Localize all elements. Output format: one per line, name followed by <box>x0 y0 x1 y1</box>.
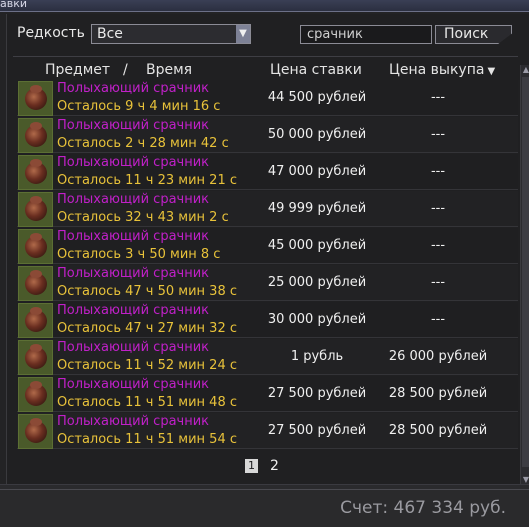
lot-time-left: Осталось 47 ч 50 мин 38 с <box>57 284 237 299</box>
scrollbar-thumb[interactable] <box>522 77 529 467</box>
rarity-label: Редкость <box>17 25 85 41</box>
search-input[interactable] <box>300 25 432 44</box>
lot-row[interactable]: Полыхающий срачник Осталось 3 ч 50 мин 8… <box>17 228 518 264</box>
column-header-bid[interactable]: Цена ставки <box>270 62 362 78</box>
lot-time-left: Осталось 11 ч 51 мин 48 с <box>57 395 237 410</box>
footer-bar: Счет: 467 334 руб. <box>0 489 529 527</box>
search-button[interactable]: Поиск <box>435 25 512 44</box>
lot-bid-price: 25 000 рублей <box>267 275 367 290</box>
lot-time-left: Осталось 3 ч 50 мин 8 с <box>57 247 221 262</box>
lot-item-name: Полыхающий срачник <box>57 340 210 355</box>
lot-buyout-price: --- <box>430 201 446 216</box>
rarity-select-value: Все <box>97 26 123 42</box>
lot-list: Полыхающий срачник Осталось 9 ч 4 мин 16… <box>17 80 518 454</box>
item-thumbnail-icon[interactable] <box>18 118 53 153</box>
lot-time-left: Осталось 2 ч 28 мин 42 с <box>57 136 229 151</box>
lot-buyout-price: 26 000 рублей <box>388 349 488 364</box>
lot-bid-price: 44 500 рублей <box>267 90 367 105</box>
lot-time-left: Осталось 47 ч 27 мин 32 с <box>57 321 237 336</box>
column-header-buyout-label: Цена выкупа <box>389 62 485 78</box>
column-header-buyout[interactable]: Цена выкупа ▼ <box>389 62 495 78</box>
item-thumbnail-icon[interactable] <box>18 155 53 190</box>
lot-row[interactable]: Полыхающий срачник Осталось 11 ч 23 мин … <box>17 154 518 190</box>
page-link-2[interactable]: 2 <box>270 458 279 474</box>
window-titlebar: авки <box>0 0 529 12</box>
lot-time-left: Осталось 11 ч 52 мин 24 с <box>57 358 237 373</box>
lot-buyout-price: --- <box>430 275 446 290</box>
item-thumbnail-icon[interactable] <box>18 377 53 412</box>
lot-bid-price: 1 рубль <box>290 349 344 364</box>
auction-window: авки Редкость Все ▼ Поиск Предмет / Врем… <box>0 0 529 527</box>
item-thumbnail-icon[interactable] <box>18 303 53 338</box>
lot-row[interactable]: Полыхающий срачник Осталось 11 ч 52 мин … <box>17 339 518 375</box>
lot-row[interactable]: Полыхающий срачник Осталось 47 ч 50 мин … <box>17 265 518 301</box>
lot-bid-price: 45 000 рублей <box>267 238 367 253</box>
lot-row[interactable]: Полыхающий срачник Осталось 11 ч 51 мин … <box>17 376 518 412</box>
lot-buyout-price: --- <box>430 238 446 253</box>
auction-panel: Редкость Все ▼ Поиск Предмет / Время Цен… <box>6 14 529 485</box>
lot-bid-price: 30 000 рублей <box>267 312 367 327</box>
lot-row[interactable]: Полыхающий срачник Осталось 32 ч 43 мин … <box>17 191 518 227</box>
lot-item-name: Полыхающий срачник <box>57 192 210 207</box>
lot-buyout-price: --- <box>430 90 446 105</box>
page-current: 1 <box>245 459 258 473</box>
lot-buyout-price: --- <box>430 127 446 142</box>
lot-buyout-price: 28 500 рублей <box>388 386 488 401</box>
lot-bid-price: 27 500 рублей <box>267 423 367 438</box>
lot-bid-price: 27 500 рублей <box>267 386 367 401</box>
lot-item-name: Полыхающий срачник <box>57 414 210 429</box>
lot-item-name: Полыхающий срачник <box>57 118 210 133</box>
chevron-down-icon[interactable]: ▼ <box>236 25 250 43</box>
column-header-item[interactable]: Предмет <box>45 62 110 78</box>
item-thumbnail-icon[interactable] <box>18 229 53 264</box>
sort-desc-icon: ▼ <box>487 66 496 77</box>
lot-item-name: Полыхающий срачник <box>57 155 210 170</box>
lot-time-left: Осталось 9 ч 4 мин 16 с <box>57 99 221 114</box>
window-title: авки <box>0 0 28 10</box>
lot-row[interactable]: Полыхающий срачник Осталось 11 ч 51 мин … <box>17 413 518 449</box>
lot-row[interactable]: Полыхающий срачник Осталось 47 ч 27 мин … <box>17 302 518 338</box>
lot-row[interactable]: Полыхающий срачник Осталось 9 ч 4 мин 16… <box>17 80 518 116</box>
item-thumbnail-icon[interactable] <box>18 192 53 227</box>
item-thumbnail-icon[interactable] <box>18 414 53 449</box>
lot-time-left: Осталось 32 ч 43 мин 2 с <box>57 210 229 225</box>
column-header-separator: / <box>123 62 128 78</box>
lot-buyout-price: --- <box>430 312 446 327</box>
list-scrollbar[interactable]: ▲ ▼ <box>520 65 529 485</box>
lot-item-name: Полыхающий срачник <box>57 81 210 96</box>
rarity-select[interactable]: Все ▼ <box>91 24 251 44</box>
lot-bid-price: 49 999 рублей <box>267 201 367 216</box>
lot-bid-price: 47 000 рублей <box>267 164 367 179</box>
lot-buyout-price: 28 500 рублей <box>388 423 488 438</box>
lot-bid-price: 50 000 рублей <box>267 127 367 142</box>
column-header-time[interactable]: Время <box>146 62 192 78</box>
lot-item-name: Полыхающий срачник <box>57 266 210 281</box>
lot-row[interactable]: Полыхающий срачник Осталось 2 ч 28 мин 4… <box>17 117 518 153</box>
scroll-up-icon[interactable]: ▲ <box>521 65 529 75</box>
lot-time-left: Осталось 11 ч 23 мин 21 с <box>57 173 237 188</box>
item-thumbnail-icon[interactable] <box>18 81 53 116</box>
item-thumbnail-icon[interactable] <box>18 266 53 301</box>
lot-time-left: Осталось 11 ч 51 мин 54 с <box>57 432 237 447</box>
lot-item-name: Полыхающий срачник <box>57 377 210 392</box>
lot-item-name: Полыхающий срачник <box>57 303 210 318</box>
lot-buyout-price: --- <box>430 164 446 179</box>
item-thumbnail-icon[interactable] <box>18 340 53 375</box>
header-divider <box>13 56 518 57</box>
account-balance: Счет: 467 334 руб. <box>340 498 506 518</box>
lot-item-name: Полыхающий срачник <box>57 229 210 244</box>
